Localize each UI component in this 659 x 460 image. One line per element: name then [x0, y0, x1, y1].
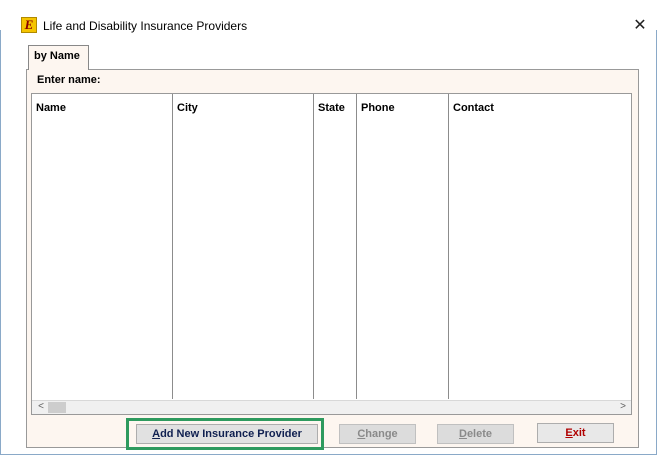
column-divider: [448, 94, 449, 399]
delete-button[interactable]: Delete: [437, 424, 514, 444]
scroll-right-icon[interactable]: >: [615, 400, 631, 414]
column-divider: [313, 94, 314, 399]
horizontal-scrollbar[interactable]: [32, 400, 631, 414]
column-header-city[interactable]: City: [177, 102, 198, 114]
button-label: xit: [572, 427, 586, 439]
window-title: Life and Disability Insurance Providers: [43, 19, 248, 33]
button-label: hange: [365, 428, 398, 440]
app-logo-icon: E: [21, 17, 37, 33]
tab-by-name[interactable]: by Name: [28, 45, 89, 70]
button-label: dd New Insurance Provider: [160, 428, 302, 440]
column-header-phone[interactable]: Phone: [361, 102, 395, 114]
close-icon[interactable]: ✕: [629, 15, 651, 35]
accelerator-key: E: [565, 427, 573, 439]
column-divider: [356, 94, 357, 399]
change-button[interactable]: Change: [339, 424, 416, 444]
button-label: elete: [466, 428, 493, 440]
providers-table[interactable]: [31, 93, 632, 415]
column-divider: [172, 94, 173, 399]
scrollbar-thumb[interactable]: [48, 402, 66, 413]
column-header-contact[interactable]: Contact: [453, 102, 494, 114]
exit-button[interactable]: Exit: [537, 423, 614, 443]
accelerator-key: D: [458, 428, 467, 440]
column-header-state[interactable]: State: [318, 102, 345, 114]
add-insurance-provider-button[interactable]: Add New Insurance Provider: [136, 424, 318, 444]
column-header-name[interactable]: Name: [36, 102, 66, 114]
enter-name-label: Enter name:: [37, 74, 101, 86]
accelerator-key: A: [152, 428, 161, 440]
scroll-left-icon[interactable]: <: [33, 400, 49, 414]
